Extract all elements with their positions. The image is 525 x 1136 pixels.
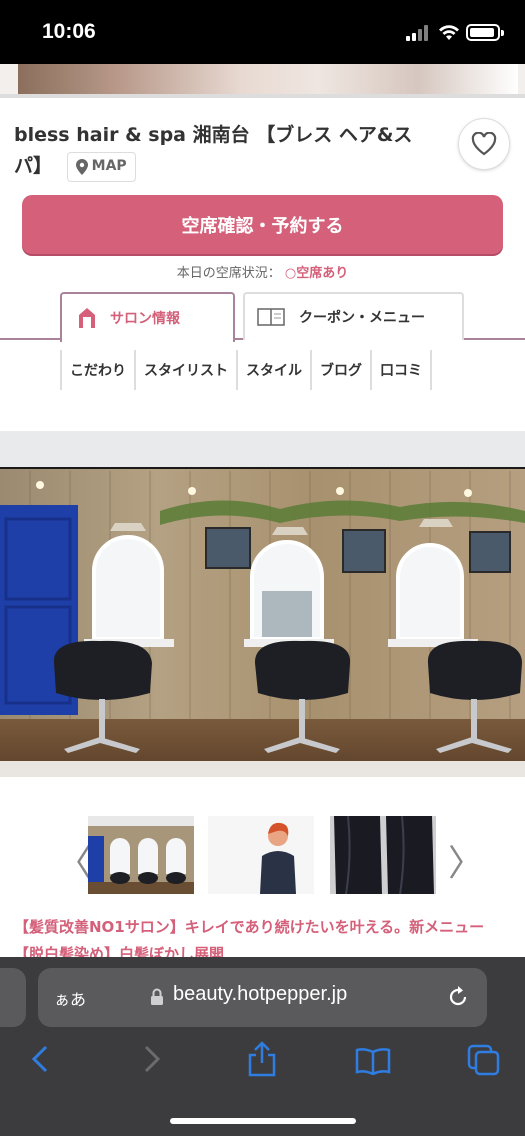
reload-icon[interactable] bbox=[445, 984, 471, 1010]
wifi-icon bbox=[439, 25, 459, 40]
bookmarks-icon[interactable] bbox=[355, 1047, 391, 1075]
chevron-left-icon[interactable]: 〈 bbox=[56, 834, 92, 886]
subnav-item-stylist[interactable]: スタイリスト bbox=[134, 350, 236, 390]
reserve-button[interactable]: 空席確認・予約する bbox=[22, 195, 503, 254]
tab-salon-info-label: サロン情報 bbox=[110, 311, 180, 327]
salon-subnav: こだわり スタイリスト スタイル ブログ 口コミ bbox=[60, 350, 432, 390]
subnav-item-kodawari[interactable]: こだわり bbox=[60, 350, 134, 390]
tabs-icon[interactable] bbox=[467, 1044, 501, 1076]
status-bar: 10:06 bbox=[0, 0, 525, 64]
browser-toolbar: ぁあ beauty.hotpepper.jp bbox=[0, 957, 525, 1136]
availability-label: 本日の空席状況： bbox=[176, 266, 281, 281]
subnav-item-style[interactable]: スタイル bbox=[236, 350, 310, 390]
forward-icon[interactable] bbox=[142, 1044, 162, 1074]
salon-name: bless hair & spa 湘南台 【ブレス ヘア&スパ】 MAP bbox=[14, 120, 444, 182]
subnav-item-blog[interactable]: ブログ bbox=[310, 350, 370, 390]
salon-tabs: サロン情報 クーポン・メニュー bbox=[0, 292, 525, 342]
lock-icon bbox=[151, 988, 163, 1005]
address-bar[interactable]: ぁあ beauty.hotpepper.jp bbox=[38, 968, 487, 1027]
reader-aa-button[interactable]: ぁあ bbox=[54, 986, 86, 1010]
thumbnail-stylist[interactable] bbox=[208, 816, 314, 894]
hero-image-crop bbox=[0, 64, 525, 98]
availability-value: ○空席あり bbox=[284, 266, 349, 281]
thumbnail-hairstyle[interactable] bbox=[330, 816, 436, 894]
thumbnail-salon[interactable] bbox=[88, 816, 194, 894]
cellular-signal-icon bbox=[406, 25, 432, 41]
tab-salon-info[interactable]: サロン情報 bbox=[60, 292, 235, 342]
tab-coupon-menu[interactable]: クーポン・メニュー bbox=[243, 292, 464, 340]
url-text: beauty.hotpepper.jp bbox=[173, 983, 348, 1005]
back-icon[interactable] bbox=[30, 1044, 50, 1074]
availability-status: 本日の空席状況： ○空席あり bbox=[0, 262, 525, 281]
map-pin-icon bbox=[75, 158, 88, 175]
favorite-button[interactable] bbox=[458, 118, 510, 170]
previous-tab-chip[interactable] bbox=[0, 968, 26, 1027]
map-label: MAP bbox=[91, 158, 127, 174]
battery-icon bbox=[466, 24, 504, 41]
coupon-book-icon bbox=[257, 307, 285, 327]
subnav-item-reviews[interactable]: 口コミ bbox=[370, 350, 432, 390]
photo-thumbnails: 〈 〉 bbox=[0, 812, 525, 896]
chevron-right-icon[interactable]: 〉 bbox=[448, 834, 484, 886]
salon-interior-photo[interactable] bbox=[0, 431, 525, 777]
map-button[interactable]: MAP bbox=[66, 151, 136, 182]
status-time: 10:06 bbox=[42, 20, 96, 43]
heart-icon bbox=[471, 132, 497, 156]
home-indicator[interactable] bbox=[170, 1118, 356, 1124]
share-icon[interactable] bbox=[246, 1041, 278, 1077]
salon-house-icon bbox=[78, 307, 96, 329]
tab-coupon-menu-label: クーポン・メニュー bbox=[299, 310, 425, 326]
